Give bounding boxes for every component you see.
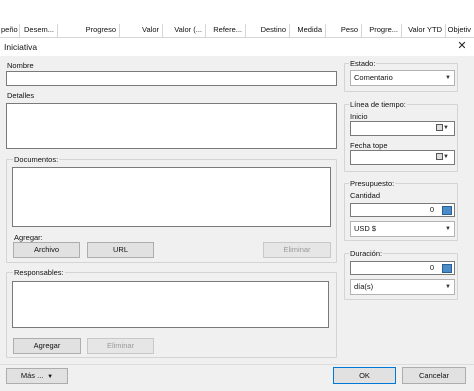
inicio-label: Inicio <box>350 112 368 121</box>
dialog-titlebar <box>0 38 474 56</box>
column-header[interactable]: Valor <box>120 24 163 38</box>
calculator-icon[interactable] <box>442 264 452 273</box>
column-header[interactable]: Refere... <box>206 24 246 38</box>
column-header[interactable]: Desem... <box>20 24 58 38</box>
more-options-button[interactable]: Más ... ▼ <box>6 368 68 384</box>
column-header[interactable]: Destino <box>246 24 290 38</box>
detalles-textarea[interactable] <box>6 103 337 149</box>
documentos-title: Documentos: <box>13 155 60 164</box>
cantidad-label: Cantidad <box>350 191 381 200</box>
inicio-date-input[interactable]: ▼ <box>350 121 455 136</box>
column-header[interactable]: peño <box>0 24 20 38</box>
agregar-label: Agregar: <box>14 233 43 242</box>
responsables-list[interactable] <box>12 281 329 328</box>
duracion-input[interactable]: 0 <box>350 261 455 275</box>
chevron-down-icon: ▼ <box>445 284 451 290</box>
duracion-title: Duración: <box>349 249 384 258</box>
documentos-list[interactable] <box>12 167 331 227</box>
column-header[interactable]: Objetiv <box>446 24 474 38</box>
cantidad-input[interactable]: 0 <box>350 203 455 217</box>
column-header[interactable]: Medida <box>290 24 326 38</box>
fecha-tope-date-input[interactable]: ▼ <box>350 150 455 165</box>
column-header[interactable]: Valor (... <box>163 24 206 38</box>
estado-title: Estado: <box>349 59 377 68</box>
chevron-down-icon: ▼ <box>45 374 54 380</box>
ok-button[interactable]: OK <box>333 367 396 384</box>
calculator-icon[interactable] <box>442 206 452 215</box>
duration-unit-value: día(s) <box>354 282 374 291</box>
chevron-down-icon: ▼ <box>445 226 451 232</box>
cantidad-value: 0 <box>429 205 434 214</box>
background-grid-header: peño Desem... Progreso Valor Valor (... … <box>0 0 474 38</box>
estado-select[interactable]: Comentario ▼ <box>350 70 455 86</box>
responsables-title: Responsables: <box>13 268 65 277</box>
more-options-label: Más ... <box>20 371 44 380</box>
currency-select[interactable]: USD $ ▼ <box>350 221 455 237</box>
eliminar-document-button[interactable]: Eliminar <box>263 242 331 258</box>
dialog-title: Iniciativa <box>4 42 38 52</box>
nombre-input[interactable] <box>6 71 337 86</box>
detalles-label: Detalles <box>7 91 35 100</box>
eliminar-responsable-button[interactable]: Eliminar <box>87 338 154 354</box>
column-header[interactable]: Progreso <box>58 24 120 38</box>
nombre-label: Nombre <box>7 61 34 70</box>
fecha-tope-label: Fecha tope <box>350 141 388 150</box>
url-button[interactable]: URL <box>87 242 154 258</box>
estado-selected-value: Comentario <box>354 73 393 82</box>
timeline-title: Línea de tiempo: <box>349 100 407 109</box>
column-header[interactable]: Progre... <box>362 24 402 38</box>
chevron-down-icon: ▼ <box>445 75 451 81</box>
column-header[interactable]: Peso <box>326 24 362 38</box>
cancel-button[interactable]: Cancelar <box>402 367 466 384</box>
footer-divider <box>0 364 474 365</box>
currency-value: USD $ <box>354 224 377 233</box>
agregar-responsable-button[interactable]: Agregar <box>13 338 81 354</box>
column-header[interactable]: Valor YTD <box>402 24 446 38</box>
duration-unit-select[interactable]: día(s) ▼ <box>350 279 455 295</box>
calendar-dropdown-icon[interactable]: ▼ <box>436 153 452 162</box>
duracion-value: 0 <box>429 263 434 272</box>
close-icon[interactable]: ✕ <box>456 40 468 53</box>
calendar-dropdown-icon[interactable]: ▼ <box>436 124 452 133</box>
presupuesto-title: Presupuesto: <box>349 179 396 188</box>
archivo-button[interactable]: Archivo <box>13 242 80 258</box>
